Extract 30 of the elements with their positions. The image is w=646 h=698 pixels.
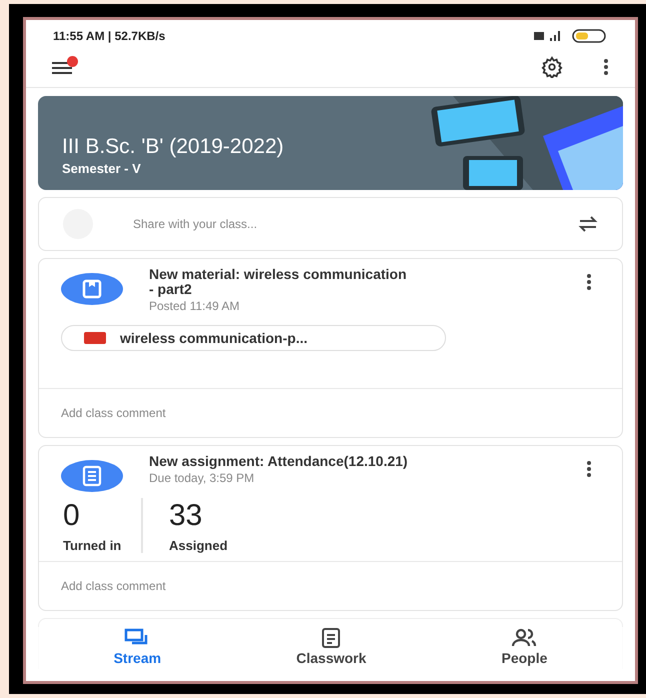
- share-field[interactable]: Share with your class...: [38, 197, 623, 251]
- status-time: 11:55 AM | 52.7KB/s: [53, 28, 166, 44]
- people-icon: [510, 628, 538, 648]
- battery-icon: [572, 28, 608, 42]
- nav-tab[interactable]: People: [501, 628, 548, 669]
- repost-icon[interactable]: [578, 215, 598, 233]
- class-section: Semester - V: [62, 158, 393, 178]
- class-title: III B.Sc. 'B' (2019-2022): [62, 134, 285, 158]
- share-placeholder: Share with your class...: [133, 216, 258, 233]
- more-options-icon[interactable]: [603, 58, 609, 76]
- post-title[interactable]: New material: wireless communication - part2: [149, 267, 409, 297]
- assignment-icon: [61, 460, 123, 492]
- material-icon: [61, 273, 123, 305]
- post-meta: Due today, 3:59 PM: [149, 470, 256, 487]
- comment-field[interactable]: Add class comment: [61, 406, 166, 420]
- more-options-icon[interactable]: [586, 273, 592, 291]
- attachment-chip[interactable]: wireless communication-p...: [61, 325, 446, 351]
- stat-label: Turned in: [63, 537, 122, 553]
- pdf-icon: [84, 332, 106, 344]
- nav-tab[interactable]: Stream: [114, 628, 162, 669]
- post-title[interactable]: New assignment: Attendance(12.10.21): [149, 454, 409, 469]
- more-options-icon[interactable]: [586, 460, 592, 478]
- stat-value: 33: [169, 498, 204, 534]
- stat-label: Assigned: [169, 537, 229, 553]
- post-meta: Posted 11:49 AM: [149, 298, 241, 315]
- clipboard-icon: [321, 626, 342, 648]
- comment-field[interactable]: Add class comment: [61, 579, 166, 593]
- settings-icon[interactable]: [541, 56, 563, 78]
- stat-value: 0: [63, 498, 81, 534]
- nav-tab[interactable]: Classwork: [296, 626, 366, 669]
